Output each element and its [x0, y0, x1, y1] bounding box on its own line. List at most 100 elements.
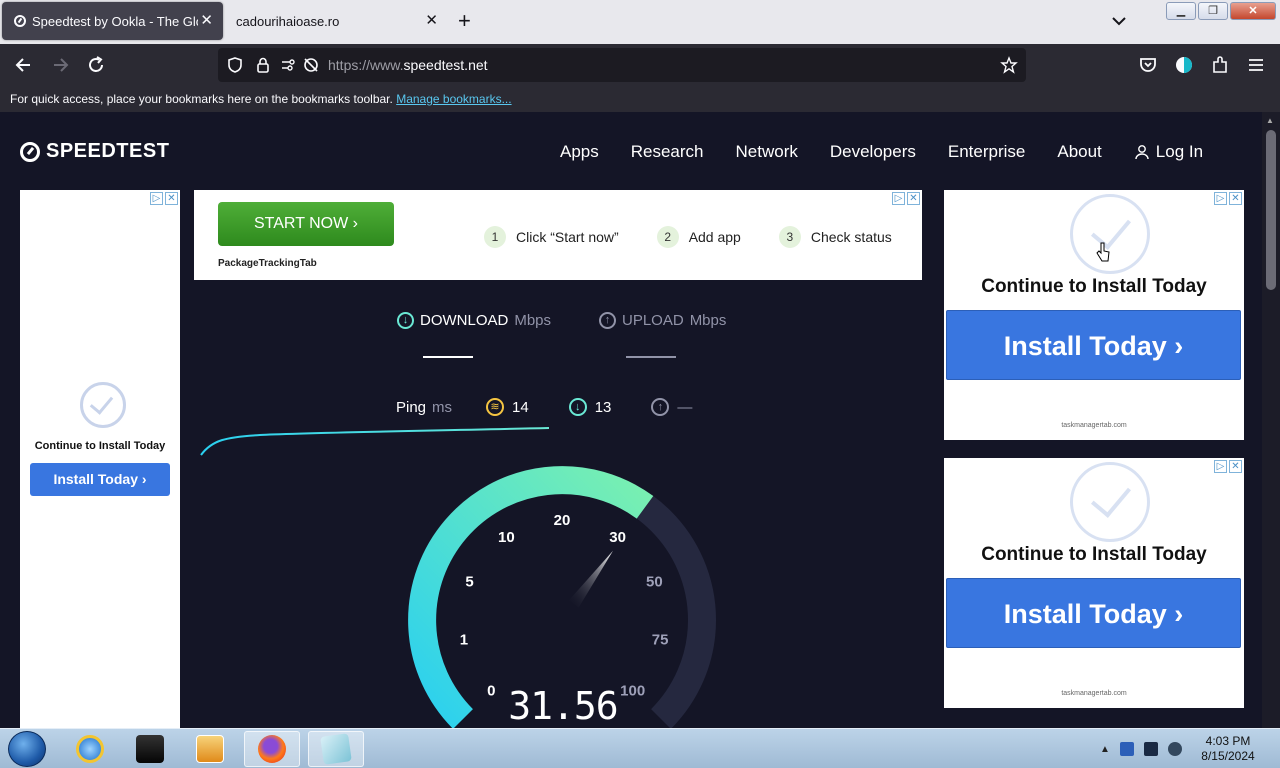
close-window-button[interactable]: ✕ [1230, 2, 1276, 20]
tray-expand-icon[interactable]: ▲ [1100, 744, 1110, 755]
lock-icon[interactable] [254, 56, 272, 74]
upload-tab[interactable]: ↑ UPLOAD Mbps [599, 312, 726, 329]
extensions-icon[interactable] [1208, 54, 1232, 76]
taskbar-notes[interactable] [308, 731, 364, 767]
bookmarks-hint: For quick access, place your bookmarks h… [10, 92, 393, 106]
adchoices-icon[interactable]: ▷ [150, 192, 163, 205]
adchoices-controls[interactable]: ▷ ✕ [892, 192, 920, 205]
ad-headline: Continue to Install Today [981, 276, 1207, 297]
adchoices-icon[interactable]: ▷ [1214, 192, 1227, 205]
ad-close-icon[interactable]: ✕ [165, 192, 178, 205]
upload-label: UPLOAD [622, 312, 684, 329]
nav-developers[interactable]: Developers [830, 142, 916, 162]
checkmark-icon [1070, 462, 1150, 542]
logo-text: SPEEDTEST [46, 140, 170, 162]
tab-speedtest[interactable]: Speedtest by Ookla - The Global ✕ [2, 2, 223, 40]
minimize-button[interactable]: ▁ [1166, 2, 1196, 20]
step-label: Check status [810, 229, 892, 245]
download-arrow-icon: ↓ [397, 312, 414, 329]
gauge-tick-label: 75 [652, 632, 669, 649]
ad-step: 2 Add app [656, 226, 741, 248]
step-number: 3 [778, 226, 801, 248]
ad-close-icon[interactable]: ✕ [1229, 460, 1242, 473]
browser-toolbar: https://www.speedtest.net [0, 44, 1280, 86]
page-scrollbar[interactable]: ▲ [1262, 112, 1280, 728]
nav-apps[interactable]: Apps [560, 142, 599, 162]
tab-close-icon[interactable]: ✕ [200, 12, 213, 30]
install-today-button[interactable]: Install Today › [946, 310, 1241, 380]
network-icon[interactable] [1143, 742, 1158, 756]
ad-step: 1 Click “Start now” [484, 226, 619, 248]
back-arrow-icon[interactable] [12, 54, 36, 76]
scroll-up-icon[interactable]: ▲ [1266, 116, 1274, 125]
nav-about[interactable]: About [1057, 142, 1101, 162]
speedtest-logo[interactable]: SPEEDTEST [20, 140, 169, 163]
bookmarks-toolbar: For quick access, place your bookmarks h… [0, 86, 1280, 112]
manage-bookmarks-link[interactable]: Manage bookmarks... [396, 92, 511, 106]
scrollbar-thumb[interactable] [1266, 130, 1276, 290]
gauge-tick-label: 1 [460, 632, 468, 649]
reload-icon[interactable] [84, 54, 108, 76]
chevron-down-icon[interactable] [1110, 12, 1128, 30]
install-today-button[interactable]: Install Today › [30, 463, 170, 496]
start-now-button[interactable]: START NOW › [218, 202, 394, 246]
speed-gauge: 0151020305075100 [200, 427, 716, 728]
ad-close-icon[interactable]: ✕ [907, 192, 920, 205]
shield-icon[interactable] [226, 56, 244, 74]
login-link[interactable]: Log In [1134, 142, 1203, 162]
media-player-icon [196, 735, 224, 763]
taskbar-media-player[interactable] [182, 731, 238, 767]
new-tab-button[interactable]: + [458, 9, 471, 33]
media-box-icon [136, 735, 164, 763]
ad-domain: taskmanagertab.com [1061, 422, 1127, 429]
taskbar-explorer[interactable] [122, 731, 178, 767]
tab-close-icon[interactable]: ✕ [425, 12, 438, 30]
ad-headline: Continue to Install Today [981, 544, 1207, 565]
bookmark-star-icon[interactable] [1000, 56, 1018, 74]
url-host: speedtest.net [403, 57, 488, 73]
download-tab[interactable]: ↓ DOWNLOAD Mbps [397, 312, 551, 329]
top-advertisement[interactable]: ▷ ✕ START NOW › PackageTrackingTab 1 Click… [194, 190, 922, 280]
pocket-icon[interactable] [1136, 54, 1160, 76]
install-today-button[interactable]: Install Today › [946, 578, 1241, 648]
firefox-icon [258, 735, 286, 763]
adchoices-icon[interactable]: ▷ [1214, 460, 1227, 473]
ad-step: 3 Check status [778, 226, 892, 248]
nav-research[interactable]: Research [631, 142, 704, 162]
ad-close-icon[interactable]: ✕ [1229, 192, 1242, 205]
checkmark-icon [1070, 194, 1150, 274]
menu-hamburger-icon[interactable] [1244, 54, 1268, 76]
left-advertisement[interactable]: ▷ ✕ Continue to Install Today Install Tod… [20, 190, 180, 728]
account-icon[interactable] [1172, 54, 1196, 76]
right-advertisement-1[interactable]: ▷ ✕ Continue to Install Today Install Tod… [944, 190, 1244, 440]
start-button[interactable] [8, 731, 46, 767]
restore-button[interactable]: ❐ [1198, 2, 1228, 20]
speedtest-favicon-icon [14, 15, 26, 27]
adchoices-icon[interactable]: ▷ [892, 192, 905, 205]
tracking-blocked-icon[interactable] [302, 56, 320, 74]
adchoices-controls[interactable]: ▷ ✕ [1214, 460, 1242, 473]
tab-cadourihaioase[interactable]: cadourihaioase.ro ✕ [226, 2, 448, 40]
upload-arrow-icon: ↑ [599, 312, 616, 329]
forward-arrow-icon[interactable] [48, 54, 72, 76]
step-number: 2 [656, 226, 679, 248]
download-tab-indicator [423, 356, 473, 358]
right-advertisement-2[interactable]: ▷ ✕ Continue to Install Today Install Tod… [944, 458, 1244, 708]
gauge-needle [569, 550, 613, 608]
nav-network[interactable]: Network [736, 142, 798, 162]
taskbar-firefox[interactable] [244, 731, 300, 767]
step-label: Click “Start now” [516, 229, 619, 245]
volume-icon[interactable] [1167, 742, 1182, 756]
adchoices-controls[interactable]: ▷ ✕ [1214, 192, 1242, 205]
address-bar[interactable]: https://www.speedtest.net [218, 48, 1026, 82]
ad-steps: 1 Click “Start now” 2 Add app 3 Check statu… [484, 226, 892, 248]
permissions-icon[interactable] [280, 56, 298, 74]
adchoices-controls[interactable]: ▷ ✕ [150, 192, 178, 205]
nav-enterprise[interactable]: Enterprise [948, 142, 1025, 162]
url-text[interactable]: https://www.speedtest.net [328, 57, 488, 73]
taskbar-clock[interactable]: 4:03 PM 8/15/2024 [1196, 734, 1260, 764]
gauge-tick-label: 20 [554, 512, 571, 529]
tray-app-icon[interactable] [1119, 742, 1134, 756]
speedtest-gauge-icon [20, 141, 40, 162]
taskbar-ie[interactable] [62, 731, 118, 767]
